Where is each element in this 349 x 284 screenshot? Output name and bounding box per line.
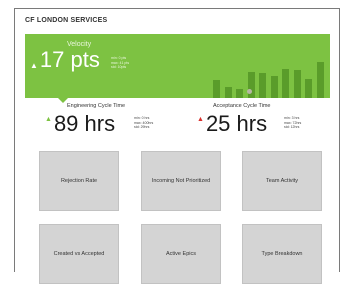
acceptance-stats: min: 3 hrs max: 72hrs std: 12hrs: [284, 116, 301, 130]
velocity-bar: [293, 70, 301, 98]
acceptance-stat-std: std: 12hrs: [284, 125, 300, 129]
acceptance-stat-min: min: 3 hrs: [284, 116, 300, 120]
engineering-value-wrap: ▲89 hrs: [45, 113, 115, 141]
velocity-bar: [236, 89, 243, 98]
velocity-bar: [305, 79, 312, 98]
velocity-panel[interactable]: Velocity ▲17 pts min: 0 pts max: 41 pts …: [25, 34, 330, 103]
acceptance-value: 25 hrs: [205, 111, 268, 136]
tile-active-epics[interactable]: Active Epics: [141, 224, 221, 284]
acceptance-value-wrap: ▲25 hrs: [197, 113, 267, 141]
engineering-stat-std: std: 29hrs: [134, 125, 150, 129]
velocity-bar: [213, 80, 220, 98]
sparkline-marker: [247, 89, 252, 94]
dashboard-frame: CF LONDON SERVICES Velocity ▲17 pts min:…: [14, 8, 340, 284]
velocity-bar: [259, 73, 266, 98]
velocity-stat-std: std: 10pts: [111, 65, 127, 69]
tile-incoming-not-prioritized[interactable]: Incoming Not Prioritized: [141, 151, 221, 211]
velocity-value-wrap: ▲17 pts: [30, 49, 100, 71]
velocity-bar: [247, 72, 255, 98]
velocity-stats: min: 0 pts max: 41 pts std: 10pts: [111, 56, 129, 70]
trend-up-icon: ▲: [45, 116, 52, 123]
tile-rejection-rate[interactable]: Rejection Rate: [39, 151, 119, 211]
engineering-stats: min: 0 hrs max: 400hrs std: 29hrs: [134, 116, 153, 130]
engineering-label: Engineering Cycle Time: [67, 103, 126, 109]
engineering-value: 89 hrs: [53, 111, 116, 136]
velocity-bar: [316, 62, 324, 98]
page-title: CF LONDON SERVICES: [25, 17, 108, 24]
trend-up-icon: ▲: [197, 116, 204, 123]
trend-up-icon: ▲: [30, 61, 38, 70]
acceptance-label: Acceptance Cycle Time: [213, 103, 271, 109]
tile-team-activity[interactable]: Team Activity: [242, 151, 322, 211]
velocity-bar: [270, 76, 278, 98]
velocity-bar: [282, 69, 289, 98]
velocity-sparkline: [213, 34, 328, 98]
velocity-value: 17 pts: [39, 47, 100, 72]
tile-type-breakdown[interactable]: Type Breakdown: [242, 224, 322, 284]
tile-created-vs-accepted[interactable]: Created vs Accepted: [39, 224, 119, 284]
velocity-bar: [224, 87, 232, 98]
